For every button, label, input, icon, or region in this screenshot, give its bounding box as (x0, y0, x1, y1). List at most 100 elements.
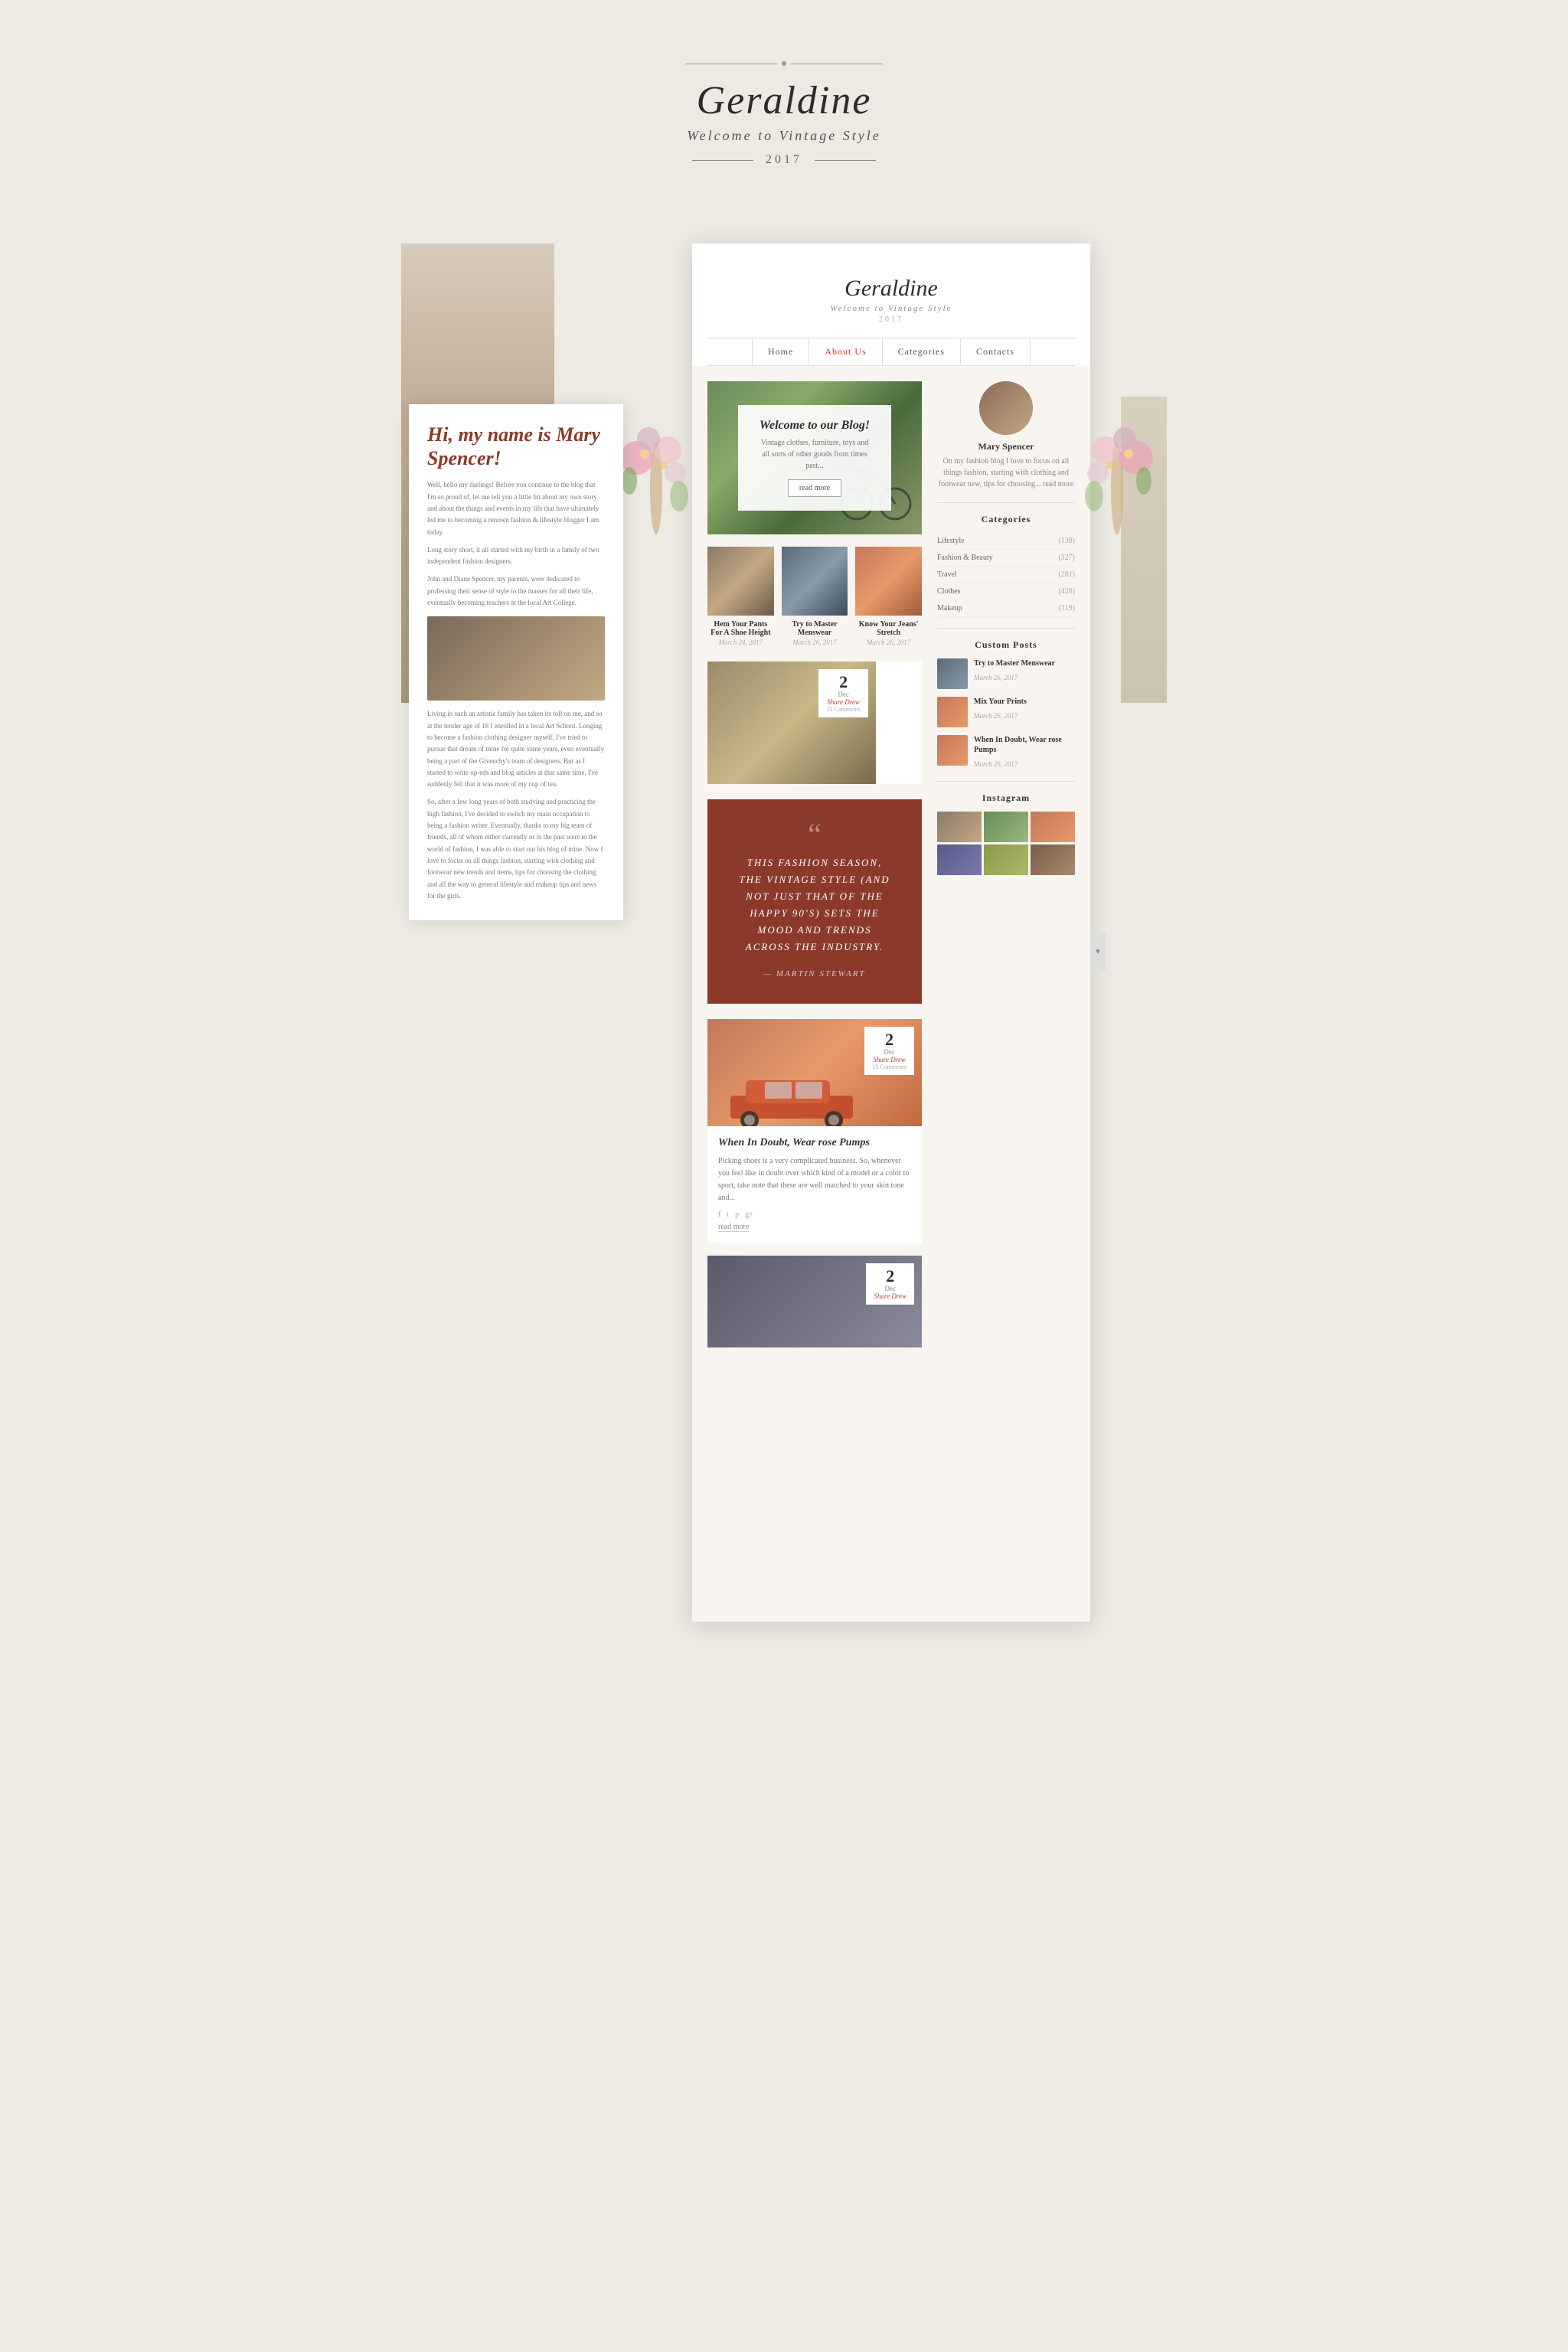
site-year: 2017 (766, 153, 802, 167)
bottom-month: Dec (874, 1285, 906, 1292)
post-thumb-date-1: March 24, 2017 (707, 639, 774, 646)
post-card-body-1 (876, 662, 922, 784)
sidebar-instagram: Instagram (937, 792, 1075, 875)
category-item-3[interactable]: Clothes (428) (937, 583, 1075, 600)
category-item-0[interactable]: Lifestyle (138) (937, 533, 1075, 550)
about-para-4: Living in such an artistic family has ta… (427, 708, 605, 790)
post-thumb-title-3: Know Your Jeans' Stretch (855, 620, 922, 637)
custom-post-0[interactable]: Try to Master Menswear March 26, 2017 (937, 658, 1075, 689)
posts-grid: Hem Your Pants For A Shoe Height March 2… (707, 547, 922, 646)
blog-header: Geraldine Welcome to Vintage Style 2017 … (692, 243, 1090, 366)
post-day-1: 2 (826, 674, 861, 691)
sidebar-divider-2 (937, 628, 1075, 629)
post-author-1: Share Drew (826, 698, 861, 706)
site-title: Geraldine (15, 78, 1553, 123)
ig-thumb-3[interactable] (1031, 812, 1075, 842)
custom-post-title-2: When In Doubt, Wear rose Pumps (974, 735, 1075, 755)
social-twitter[interactable]: t (727, 1210, 729, 1219)
category-item-4[interactable]: Makeup (119) (937, 600, 1075, 617)
pumps-author: Share Drew (872, 1056, 906, 1063)
custom-post-title-1: Mix Your Prints (974, 697, 1027, 707)
nav-categories[interactable]: Categories (883, 338, 961, 365)
social-google[interactable]: g+ (745, 1210, 753, 1219)
category-count-2: (281) (1058, 570, 1075, 579)
post-thumb-img-2 (782, 547, 848, 616)
custom-post-2[interactable]: When In Doubt, Wear rose Pumps March 26,… (937, 735, 1075, 770)
hero-description: Vintage clothes, furniture, toys and all… (756, 437, 873, 472)
author-avatar (979, 381, 1033, 435)
sidebar-author: Mary Spencer On my fashion blog I love t… (937, 381, 1075, 490)
top-header-section: Geraldine Welcome to Vintage Style 2017 (0, 0, 1568, 220)
custom-post-info-2: When In Doubt, Wear rose Pumps March 26,… (974, 735, 1075, 770)
ig-thumb-2[interactable] (984, 812, 1028, 842)
post-thumb-date-3: March 26, 2017 (855, 639, 922, 646)
blog-nav: Home About Us Categories Contacts (707, 338, 1075, 366)
custom-post-title-0: Try to Master Menswear (974, 658, 1055, 668)
about-para-2: Long story short, it all started with my… (427, 544, 605, 568)
nav-contacts[interactable]: Contacts (961, 338, 1031, 365)
post-comments-1: 15 Comments (826, 706, 861, 713)
custom-post-thumb-2 (937, 735, 968, 766)
ig-thumb-1[interactable] (937, 812, 982, 842)
quote-attribution: — Martin Stewart (738, 967, 891, 982)
category-name-1: Fashion & Beauty (937, 554, 993, 562)
blog-tagline: Welcome to Vintage Style (723, 304, 1060, 313)
sidebar-categories: Categories Lifestyle (138) Fashion & Bea… (937, 514, 1075, 617)
about-para-1: Well, hello my darlings! Before you cont… (427, 479, 605, 537)
post-card-1: 2 Dec Share Drew 15 Comments (707, 662, 922, 784)
post-thumb-date-2: March 26, 2017 (782, 639, 848, 646)
about-panel: Hi, my name is Mary Spencer! Well, hello… (409, 404, 623, 920)
pumps-excerpt: Picking shoes is a very complicated busi… (718, 1155, 911, 1204)
category-count-4: (119) (1059, 604, 1075, 612)
post-date-badge-bottom: 2 Dec Share Drew (866, 1263, 914, 1305)
custom-post-date-0: March 26, 2017 (974, 674, 1018, 681)
sidebar-instagram-title: Instagram (937, 792, 1075, 804)
floral-decoration-right (1067, 412, 1167, 565)
custom-post-info-1: Mix Your Prints March 26, 2017 (974, 697, 1027, 722)
sidebar-divider-3 (937, 781, 1075, 782)
scroll-handle[interactable]: ▼ (1090, 933, 1106, 971)
sidebar-custom-posts: Custom Posts Try to Master Menswear Marc… (937, 639, 1075, 770)
post-card-image-1: 2 Dec Share Drew 15 Comments (707, 662, 876, 784)
post-thumb-title-2: Try to Master Menswear (782, 620, 848, 637)
post-card-pumps: 2 Dec Share Drew 15 Comments When In Dou… (707, 1019, 922, 1243)
blog-title: Geraldine (723, 276, 1060, 302)
ig-thumb-5[interactable] (984, 844, 1028, 875)
ig-thumb-6[interactable] (1031, 844, 1075, 875)
category-name-3: Clothes (937, 587, 961, 596)
hero-overlay: Welcome to our Blog! Vintage clothes, fu… (738, 405, 891, 511)
category-item-1[interactable]: Fashion & Beauty (327) (937, 550, 1075, 567)
about-para-5: So, after a few long years of both study… (427, 796, 605, 902)
custom-post-date-1: March 26, 2017 (974, 712, 1018, 720)
hero-cta-button[interactable]: read more (788, 479, 841, 497)
pumps-social: f t p g+ (718, 1210, 911, 1219)
post-month-1: Dec (826, 691, 861, 698)
pumps-title: When In Doubt, Wear rose Pumps (718, 1137, 911, 1149)
ig-thumb-4[interactable] (937, 844, 982, 875)
pumps-read-more[interactable]: read more (718, 1223, 749, 1232)
custom-post-1[interactable]: Mix Your Prints March 26, 2017 (937, 697, 1075, 727)
nav-home[interactable]: Home (752, 338, 809, 365)
quote-text: THIS FASHION SEASON, THE VINTAGE STYLE (… (738, 854, 891, 956)
about-photo (427, 616, 605, 701)
post-date-badge-1: 2 Dec Share Drew 15 Comments (818, 669, 868, 717)
quote-mark: “ (738, 822, 891, 847)
post-thumb-img-3 (855, 547, 922, 616)
post-thumb-1: Hem Your Pants For A Shoe Height March 2… (707, 547, 774, 646)
hero-image: Welcome to our Blog! Vintage clothes, fu… (707, 381, 922, 534)
custom-post-info-0: Try to Master Menswear March 26, 2017 (974, 658, 1055, 684)
site-tagline: Welcome to Vintage Style (15, 128, 1553, 144)
pumps-comments: 15 Comments (872, 1063, 906, 1070)
post-thumb-title-1: Hem Your Pants For A Shoe Height (707, 620, 774, 637)
sidebar-author-bio: On my fashion blog I love to focus on al… (937, 456, 1075, 490)
category-item-2[interactable]: Travel (281) (937, 567, 1075, 583)
hero-title: Welcome to our Blog! (756, 419, 873, 433)
social-facebook[interactable]: f (718, 1210, 720, 1219)
nav-about[interactable]: About Us (809, 338, 882, 365)
post-card-bottom-img: 2 Dec Share Drew (707, 1256, 922, 1348)
pumps-day: 2 (872, 1031, 906, 1048)
post-date-badge-pumps: 2 Dec Share Drew 15 Comments (864, 1027, 914, 1075)
blog-main-content: Welcome to our Blog! Vintage clothes, fu… (692, 366, 1090, 1366)
social-pinterest[interactable]: p (735, 1210, 739, 1219)
custom-post-thumb-0 (937, 658, 968, 689)
